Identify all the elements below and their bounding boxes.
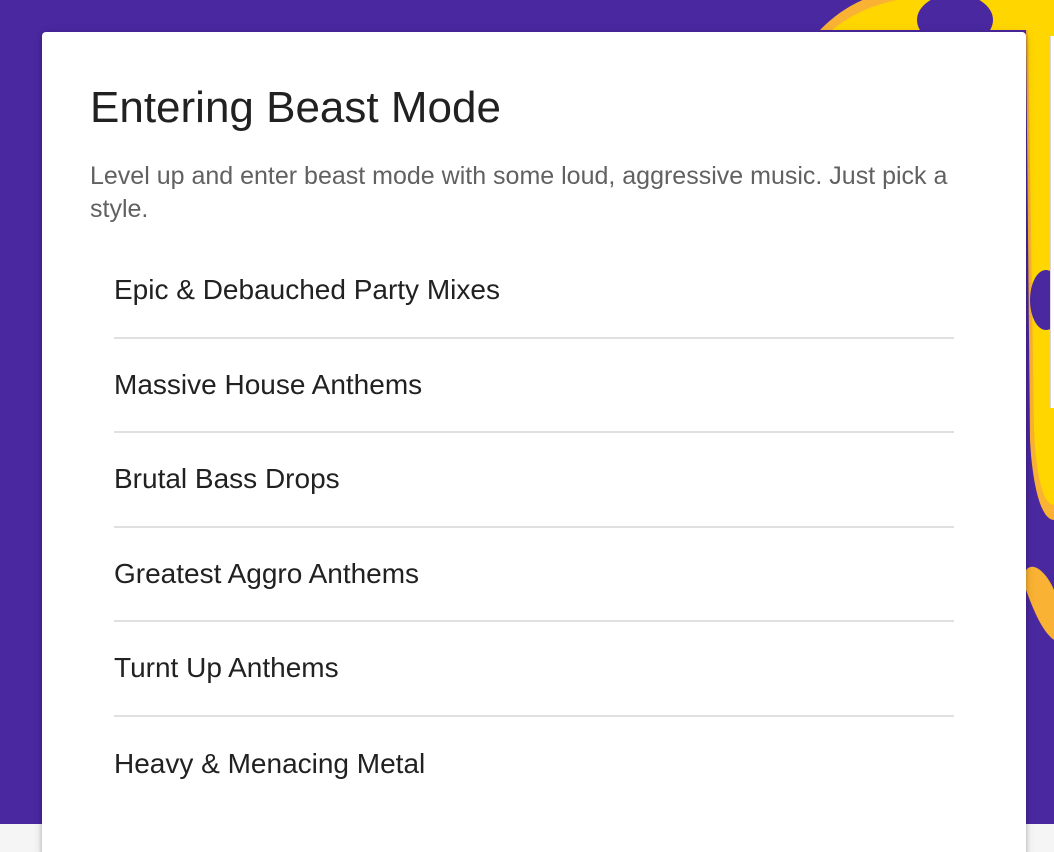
style-label: Turnt Up Anthems [114,652,339,684]
style-label: Heavy & Menacing Metal [114,747,426,779]
list-item[interactable]: Greatest Aggro Anthems [114,528,954,622]
list-item[interactable]: Turnt Up Anthems [114,622,954,717]
style-label: Brutal Bass Drops [114,463,340,495]
list-item[interactable]: Heavy & Menacing Metal [114,717,954,812]
card-title: Entering Beast Mode [90,83,501,132]
card-description: Level up and enter beast mode with some … [90,162,948,223]
list-item[interactable]: Brutal Bass Drops [114,433,954,528]
style-label: Massive House Anthems [114,368,423,400]
list-item[interactable]: Epic & Debauched Party Mixes [114,244,954,339]
style-label: Greatest Aggro Anthems [114,557,420,589]
style-list: Epic & Debauched Party Mixes Massive Hou… [114,244,954,811]
style-label: Epic & Debauched Party Mixes [114,274,500,306]
list-item[interactable]: Massive House Anthems [114,339,954,433]
adjacent-card-edge [1050,36,1054,408]
playlist-style-card: Entering Beast Mode Level up and enter b… [42,32,1026,852]
